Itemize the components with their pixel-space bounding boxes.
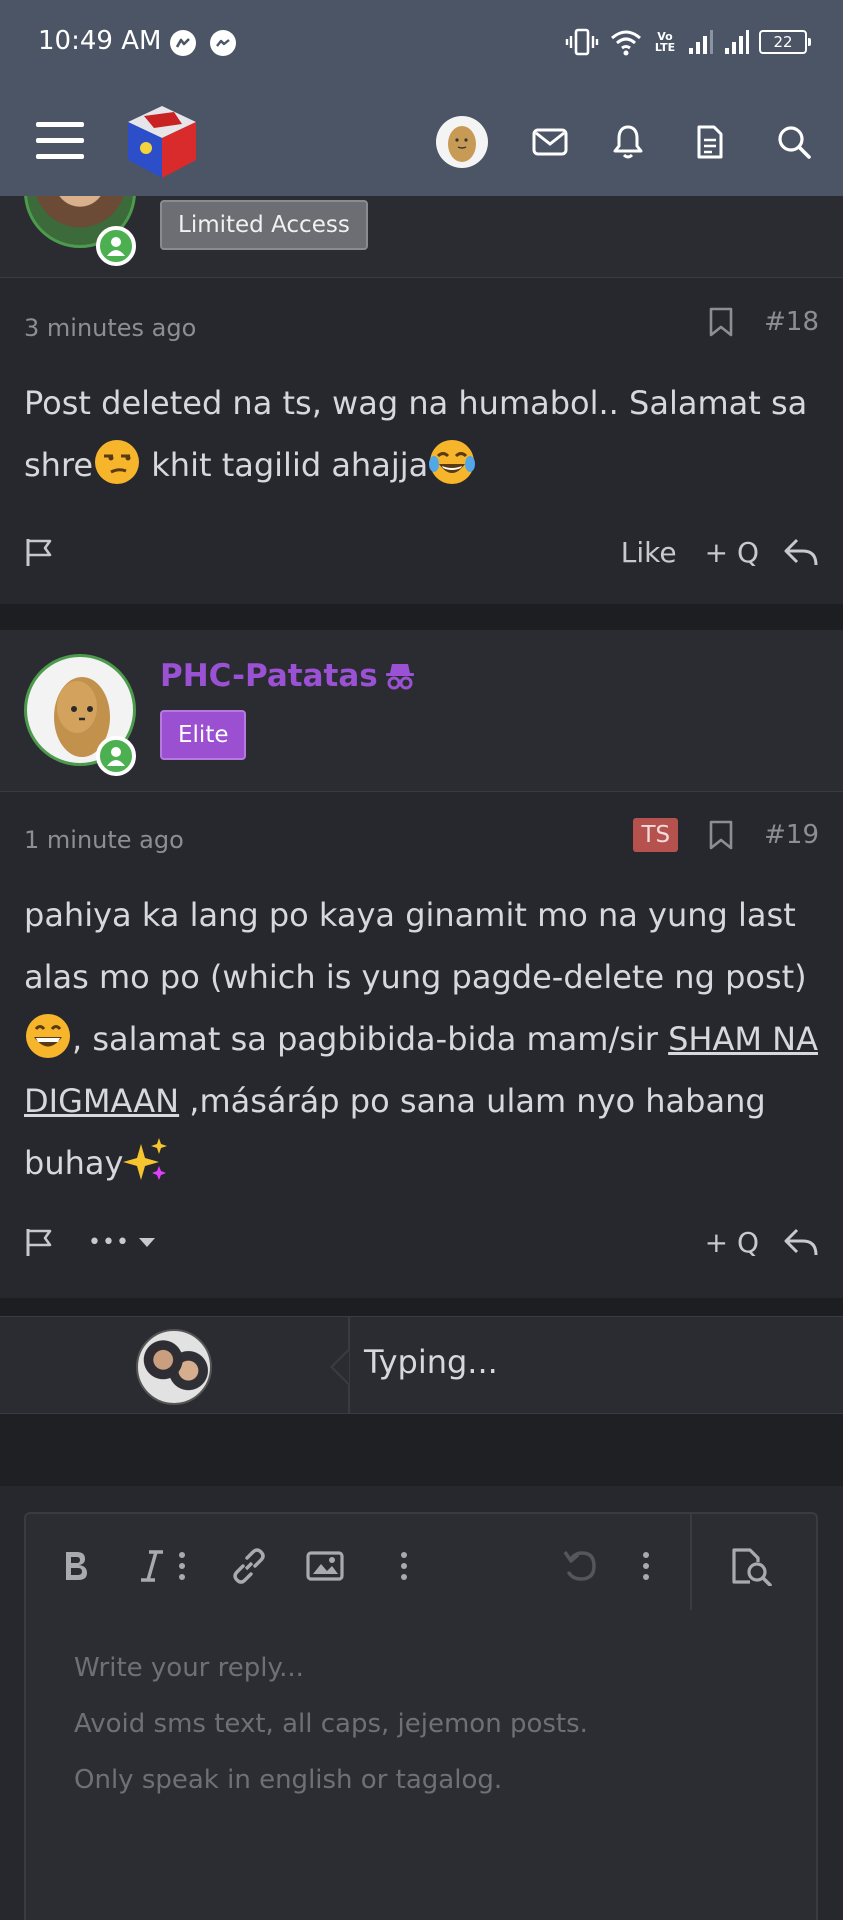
post-18-text-2: khit tagilid ahajja bbox=[141, 446, 429, 484]
typing-text: Typing... bbox=[364, 1343, 498, 1381]
caret-down-icon bbox=[138, 1238, 155, 1247]
post-divider bbox=[0, 604, 843, 630]
app-header: 10:49 AM Vo LTE 22 bbox=[0, 0, 843, 196]
image-icon[interactable] bbox=[302, 1542, 348, 1590]
typing-indicator: Typing... bbox=[0, 1316, 843, 1415]
editor-toolbar bbox=[26, 1514, 816, 1618]
tears-of-joy-emoji bbox=[429, 440, 476, 484]
preview-icon[interactable] bbox=[728, 1542, 776, 1590]
post-19-actions: ••• + Q bbox=[24, 1220, 819, 1264]
site-logo[interactable] bbox=[124, 102, 200, 182]
quote-button[interactable]: + Q bbox=[705, 536, 759, 569]
envelope-icon[interactable] bbox=[526, 118, 574, 166]
elite-badge: Elite bbox=[160, 710, 247, 760]
reply-editor-section: Write your reply... Avoid sms text, all … bbox=[0, 1486, 843, 1920]
messenger-lite-icon bbox=[170, 30, 196, 56]
flag-icon[interactable] bbox=[24, 1226, 56, 1258]
insert-more-icon[interactable] bbox=[390, 1542, 418, 1590]
post-18-time[interactable]: 3 minutes ago bbox=[24, 314, 196, 342]
post-19-time[interactable]: 1 minute ago bbox=[24, 826, 184, 854]
volte-indicator: Vo LTE bbox=[654, 30, 676, 54]
messenger-icon bbox=[210, 30, 236, 56]
section-gap bbox=[0, 1414, 843, 1486]
text-more-icon[interactable] bbox=[168, 1542, 196, 1590]
nav-bar bbox=[0, 96, 843, 186]
signal-icon-1 bbox=[689, 30, 713, 54]
unamused-face-emoji bbox=[95, 440, 140, 484]
limited-access-badge: Limited Access bbox=[160, 200, 368, 250]
reply-placeholder[interactable]: Write your reply... Avoid sms text, all … bbox=[74, 1640, 588, 1808]
post-18-body: 3 minutes ago #18 Post deleted na ts, wa… bbox=[0, 278, 843, 604]
document-icon[interactable] bbox=[686, 118, 734, 166]
flag-icon[interactable] bbox=[24, 536, 56, 568]
online-status-icon bbox=[96, 736, 136, 776]
post-19-header: PHC-Patatas Elite bbox=[0, 630, 843, 792]
page: 10:49 AM Vo LTE 22 Limited Access 3 minu… bbox=[0, 0, 843, 1920]
more-dots: ••• bbox=[88, 1229, 130, 1255]
toolbar-separator bbox=[690, 1514, 692, 1610]
post-19-number[interactable]: #19 bbox=[764, 820, 819, 850]
post-19-username[interactable]: PHC-Patatas bbox=[160, 658, 416, 694]
post-19-message: pahiya ka lang po kaya ginamit mo na yun… bbox=[24, 884, 824, 1194]
options-more-icon[interactable] bbox=[632, 1542, 660, 1590]
typing-user-avatar[interactable] bbox=[136, 1329, 212, 1405]
link-icon[interactable] bbox=[226, 1542, 272, 1590]
post-19-text-1: pahiya ka lang po kaya ginamit mo na yun… bbox=[24, 896, 807, 996]
username-text: PHC-Patatas bbox=[160, 658, 378, 694]
online-status-icon bbox=[96, 226, 136, 266]
reply-editor[interactable]: Write your reply... Avoid sms text, all … bbox=[24, 1512, 818, 1920]
more-options-button[interactable]: ••• bbox=[88, 1230, 156, 1255]
bell-icon[interactable] bbox=[604, 118, 652, 166]
post-19-text-2: , salamat sa pagbibida-bida mam/sir bbox=[72, 1020, 669, 1058]
italic-icon[interactable] bbox=[132, 1542, 172, 1590]
typing-arrow-inner bbox=[333, 1351, 349, 1383]
quote-button[interactable]: + Q bbox=[705, 1226, 759, 1259]
post-18-number[interactable]: #18 bbox=[764, 307, 819, 337]
reply-icon[interactable] bbox=[783, 1226, 819, 1258]
status-bar: 10:49 AM Vo LTE 22 bbox=[0, 0, 843, 84]
bookmark-icon[interactable] bbox=[708, 819, 734, 851]
vibrate-icon bbox=[565, 28, 599, 56]
post-divider bbox=[0, 1298, 843, 1316]
signal-icon-2 bbox=[725, 30, 749, 54]
wifi-icon bbox=[611, 30, 641, 56]
thread-starter-badge: TS bbox=[633, 818, 679, 852]
hamburger-menu-icon[interactable] bbox=[36, 120, 84, 160]
like-button[interactable]: Like bbox=[621, 536, 677, 569]
post-18-message: Post deleted na ts, wag na humabol.. Sal… bbox=[24, 372, 824, 496]
post-18-header: Limited Access bbox=[0, 136, 843, 278]
undo-icon[interactable] bbox=[558, 1542, 602, 1590]
search-icon[interactable] bbox=[770, 118, 818, 166]
sparkles-emoji bbox=[123, 1138, 168, 1180]
battery-indicator: 22 bbox=[759, 30, 811, 54]
bookmark-icon[interactable] bbox=[708, 306, 734, 338]
grinning-face-emoji bbox=[26, 1014, 70, 1058]
status-time: 10:49 AM bbox=[38, 26, 162, 56]
status-indicators: Vo LTE 22 bbox=[565, 24, 811, 60]
user-avatar-button[interactable] bbox=[436, 116, 488, 168]
reply-icon[interactable] bbox=[783, 536, 819, 568]
incognito-icon bbox=[385, 664, 414, 690]
post-19-body: 1 minute ago TS #19 pahiya ka lang po ka… bbox=[0, 792, 843, 1298]
bold-icon[interactable] bbox=[56, 1542, 96, 1590]
post-18-actions: Like + Q bbox=[24, 530, 819, 574]
